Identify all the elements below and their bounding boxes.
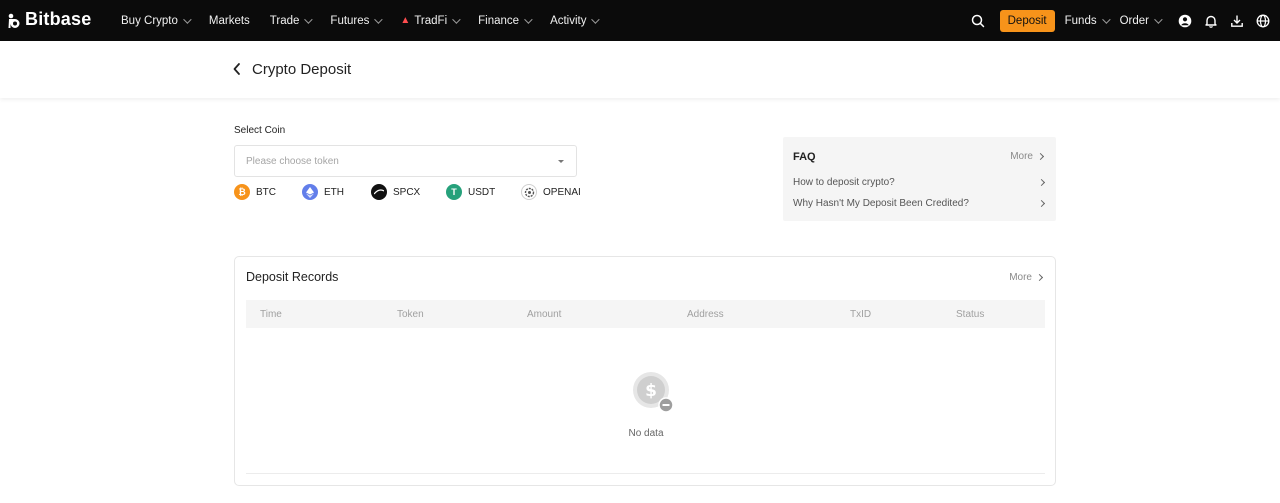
select-coin-label: Select Coin bbox=[234, 125, 286, 136]
coin-spcx[interactable]: SPCX bbox=[371, 183, 420, 201]
flame-icon: ▲ bbox=[400, 15, 411, 26]
chevron-right-icon bbox=[1037, 178, 1046, 187]
nav-label: Trade bbox=[269, 14, 300, 27]
coin-symbol: SPCX bbox=[393, 186, 421, 198]
chevron-down-icon bbox=[374, 14, 384, 24]
deposit-button[interactable]: Deposit bbox=[999, 9, 1055, 32]
faq-item-text: How to deposit crypto? bbox=[793, 177, 895, 188]
nav-label: Activity bbox=[550, 14, 587, 27]
brand-name: Bitbase bbox=[25, 9, 92, 29]
globe-icon[interactable] bbox=[1250, 8, 1276, 34]
coin-symbol: BTC bbox=[256, 186, 276, 198]
chevron-right-icon bbox=[1037, 199, 1046, 208]
nav-trade[interactable]: Trade bbox=[269, 14, 314, 27]
column-header-token: Token bbox=[397, 309, 424, 320]
chevron-down-icon bbox=[1154, 14, 1163, 24]
faq-panel: FAQ More How to deposit crypto? Why Hasn… bbox=[783, 137, 1056, 221]
nav-activity[interactable]: Activity bbox=[550, 14, 601, 27]
quick-coin-list: ₿ BTC ETH SPCX T USDT OPENAI bbox=[234, 183, 584, 201]
faq-item[interactable]: Why Hasn't My Deposit Been Credited? bbox=[793, 198, 1046, 209]
faq-title: FAQ bbox=[793, 151, 816, 163]
nav-futures[interactable]: Futures bbox=[330, 14, 384, 27]
column-header-address: Address bbox=[687, 309, 724, 320]
coin-symbol: OPENAI bbox=[543, 186, 581, 198]
chevron-down-icon bbox=[1101, 14, 1111, 24]
bitbase-logo[interactable]: Bitbase bbox=[7, 9, 91, 30]
bitcoin-icon: ₿ bbox=[234, 184, 250, 200]
column-header-status: Status bbox=[956, 309, 985, 320]
nav-label: Funds bbox=[1064, 14, 1097, 27]
nav-buy-crypto[interactable]: Buy Crypto bbox=[121, 14, 192, 27]
svg-text:$: $ bbox=[645, 381, 657, 401]
nav-right: Deposit Funds Order bbox=[965, 0, 1280, 41]
nav-finance[interactable]: Finance bbox=[478, 14, 533, 27]
column-header-txid: TxID bbox=[850, 309, 872, 320]
faq-item[interactable]: How to deposit crypto? bbox=[793, 177, 1046, 188]
nav-label: TradFi bbox=[414, 14, 448, 27]
no-data-text: No data bbox=[628, 428, 664, 439]
token-select[interactable]: Please choose token bbox=[234, 145, 577, 177]
token-select-placeholder: Please choose token bbox=[246, 156, 339, 167]
user-icon[interactable] bbox=[1172, 8, 1198, 34]
ethereum-icon bbox=[302, 184, 318, 200]
chevron-down-icon bbox=[452, 14, 461, 24]
more-label: More bbox=[1010, 151, 1033, 162]
bell-icon[interactable] bbox=[1198, 8, 1224, 34]
nav-tradfi[interactable]: ▲ TradFi bbox=[400, 14, 461, 27]
chevron-down-icon bbox=[591, 14, 601, 24]
nav-label: Markets bbox=[208, 14, 250, 27]
deposit-records-card: Deposit Records More Time Token Amount A… bbox=[234, 256, 1056, 486]
chevron-right-icon bbox=[1036, 152, 1045, 161]
nav-label: Finance bbox=[478, 14, 520, 27]
no-data-icon: $ bbox=[633, 372, 673, 412]
nav-markets[interactable]: Markets bbox=[209, 15, 250, 27]
faq-item-text: Why Hasn't My Deposit Been Credited? bbox=[793, 198, 969, 209]
back-arrow-icon[interactable] bbox=[231, 61, 243, 77]
coin-eth[interactable]: ETH bbox=[302, 183, 344, 201]
chevron-down-icon bbox=[183, 14, 192, 24]
divider bbox=[246, 473, 1045, 474]
more-label: More bbox=[1009, 272, 1032, 283]
search-icon[interactable] bbox=[965, 8, 991, 34]
nav-label: Futures bbox=[330, 14, 370, 27]
coin-symbol: ETH bbox=[324, 186, 344, 198]
page-header: Crypto Deposit bbox=[0, 41, 1280, 98]
coin-openai[interactable]: OPENAI bbox=[521, 183, 581, 201]
nav-label: Buy Crypto bbox=[121, 14, 178, 27]
faq-more-link[interactable]: More bbox=[1010, 151, 1045, 162]
records-table-header: Time Token Amount Address TxID Status bbox=[246, 300, 1045, 328]
nav-label: Order bbox=[1119, 14, 1149, 27]
openai-icon bbox=[521, 184, 537, 200]
download-icon[interactable] bbox=[1224, 8, 1250, 34]
chevron-down-icon bbox=[304, 14, 314, 24]
main-nav: Buy Crypto Markets Trade Futures ▲ TradFi… bbox=[121, 0, 617, 41]
top-nav: Bitbase Buy Crypto Markets Trade Futures… bbox=[0, 0, 1280, 41]
column-header-amount: Amount bbox=[527, 309, 562, 320]
tether-icon: T bbox=[446, 184, 462, 200]
coin-btc[interactable]: ₿ BTC bbox=[234, 183, 276, 201]
chevron-down-icon bbox=[524, 14, 533, 24]
nav-funds[interactable]: Funds bbox=[1064, 14, 1111, 27]
records-more-link[interactable]: More bbox=[1009, 272, 1044, 283]
chevron-right-icon bbox=[1035, 273, 1044, 282]
coin-symbol: USDT bbox=[468, 186, 496, 198]
column-header-time: Time bbox=[260, 309, 282, 320]
coin-usdt[interactable]: T USDT bbox=[446, 183, 495, 201]
spcx-icon bbox=[371, 184, 387, 200]
nav-order[interactable]: Order bbox=[1119, 14, 1163, 27]
bitbase-logo-icon bbox=[8, 13, 20, 28]
page-title: Crypto Deposit bbox=[252, 61, 352, 78]
records-title: Deposit Records bbox=[246, 270, 339, 284]
caret-down-icon bbox=[558, 160, 564, 163]
